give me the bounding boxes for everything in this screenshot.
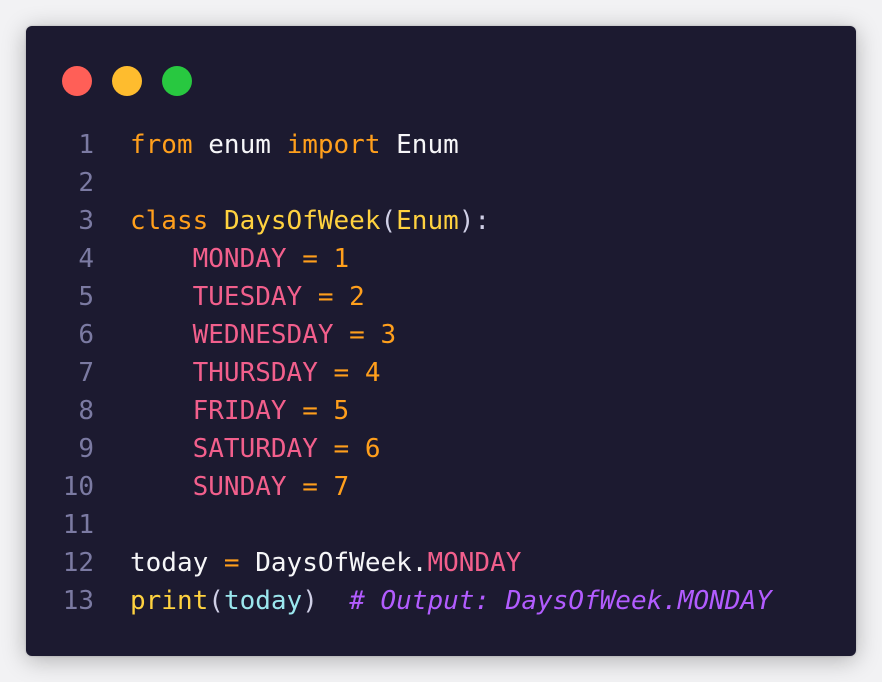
line-text: SATURDAY = 6	[130, 430, 381, 468]
code-token: import	[286, 130, 381, 160]
line-number: 4	[78, 244, 94, 274]
code-token: )	[302, 586, 318, 616]
code-token: THURSDAY	[192, 358, 318, 388]
code-token: (	[380, 206, 397, 236]
code-token: WEDNESDAY	[192, 320, 334, 350]
line-number: 5	[78, 282, 94, 312]
code-token: =	[333, 320, 381, 350]
code-token: MONDAY	[427, 548, 522, 578]
code-token: =	[286, 244, 334, 274]
line-text: TUESDAY = 2	[130, 278, 365, 316]
code-token: print	[130, 586, 209, 616]
code-line: 5 TUESDAY = 2	[26, 278, 856, 316]
code-line: 2	[26, 164, 856, 202]
line-text: WEDNESDAY = 3	[130, 316, 397, 354]
code-token: from	[130, 130, 193, 160]
minimize-button[interactable]	[112, 66, 142, 96]
code-token: =	[317, 358, 365, 388]
code-token: enum	[208, 130, 271, 160]
code-line: 12 today = DaysOfWeek.MONDAY	[26, 544, 856, 582]
line-text: FRIDAY = 5	[130, 392, 350, 430]
code-window: 1 from enum import Enum 2 3 class DaysOfWeek…	[26, 26, 856, 656]
code-token: today	[130, 548, 209, 578]
code-token: (	[208, 586, 224, 616]
code-token: MONDAY	[192, 244, 287, 274]
line-number: 6	[78, 320, 94, 350]
code-token: 4	[364, 358, 381, 388]
code-token: # Output: DaysOfWeek.MONDAY	[349, 586, 772, 616]
code-token: Enum	[396, 130, 459, 160]
line-text: today = DaysOfWeek.MONDAY	[130, 544, 521, 582]
code-line: 6 WEDNESDAY = 3	[26, 316, 856, 354]
code-token: Enum	[396, 206, 459, 236]
line-text: from enum import Enum	[130, 126, 459, 164]
code-line: 10 SUNDAY = 7	[26, 468, 856, 506]
code-token: =	[317, 434, 365, 464]
code-token: =	[208, 548, 256, 578]
code-token: DaysOfWeek	[255, 548, 412, 578]
code-token: class	[130, 206, 209, 236]
line-number: 10	[62, 472, 94, 502]
code-line: 3 class DaysOfWeek(Enum):	[26, 202, 856, 240]
line-text: class DaysOfWeek(Enum):	[130, 202, 490, 240]
code-token: SATURDAY	[192, 434, 318, 464]
code-token: =	[286, 472, 334, 502]
line-number: 11	[62, 510, 94, 540]
close-button[interactable]	[62, 66, 92, 96]
line-text: print(today) # Output: DaysOfWeek.MONDAY	[130, 582, 772, 620]
code-line: 9 SATURDAY = 6	[26, 430, 856, 468]
code-line: 1 from enum import Enum	[26, 126, 856, 164]
line-number: 13	[62, 586, 94, 616]
code-token: 5	[333, 396, 350, 426]
line-text: SUNDAY = 7	[130, 468, 350, 506]
code-token: 3	[380, 320, 397, 350]
code-token: 2	[349, 282, 365, 312]
maximize-button[interactable]	[162, 66, 192, 96]
line-number: 8	[78, 396, 94, 426]
code-token: .	[411, 548, 428, 578]
code-token: DaysOfWeek	[223, 206, 381, 236]
line-number: 2	[78, 168, 94, 198]
code-line: 11	[26, 506, 856, 544]
code-token: today	[223, 586, 303, 616]
code-token: =	[302, 282, 350, 312]
code-line: 13 print(today) # Output: DaysOfWeek.MOND…	[26, 582, 856, 620]
code-token: ):	[458, 206, 491, 236]
code-line: 8 FRIDAY = 5	[26, 392, 856, 430]
line-text: MONDAY = 1	[130, 240, 350, 278]
line-number: 3	[78, 206, 94, 236]
line-number: 7	[78, 358, 94, 388]
code-token: 6	[364, 434, 381, 464]
code-token: 1	[333, 244, 350, 274]
code-token: =	[286, 396, 334, 426]
line-number: 9	[78, 434, 94, 464]
line-number: 1	[78, 130, 94, 160]
code-token: 7	[333, 472, 350, 502]
code-line: 7 THURSDAY = 4	[26, 354, 856, 392]
code-token: TUESDAY	[192, 282, 303, 312]
code-block: 1 from enum import Enum 2 3 class DaysOfWeek…	[26, 126, 856, 620]
line-number: 12	[62, 548, 94, 578]
code-line: 4 MONDAY = 1	[26, 240, 856, 278]
line-text: THURSDAY = 4	[130, 354, 381, 392]
code-token: FRIDAY	[192, 396, 287, 426]
code-token: SUNDAY	[192, 472, 287, 502]
